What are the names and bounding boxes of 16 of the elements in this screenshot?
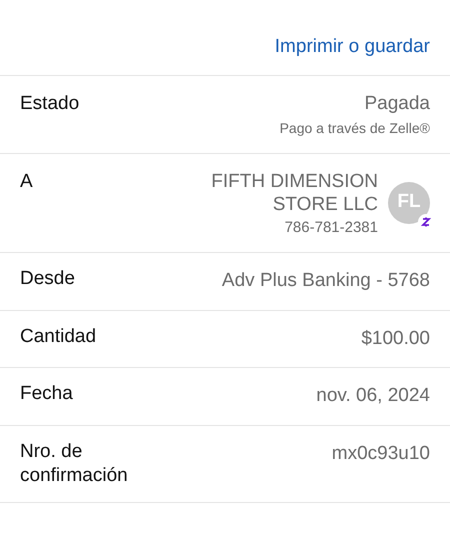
row-label: Estado: [20, 92, 80, 116]
row-value: mx0c93u10: [332, 442, 430, 466]
row-value: Adv Plus Banking - 5768: [222, 269, 430, 293]
zelle-badge-icon: [418, 214, 434, 230]
recipient-phone: 786-781-2381: [284, 218, 378, 238]
row-label: Desde: [20, 267, 76, 291]
row-value: Pagada: [364, 92, 430, 116]
row-label: A: [20, 170, 34, 194]
print-link[interactable]: Imprimir o guardar: [274, 33, 430, 62]
row-note: Pago a través de Zelle®: [280, 118, 430, 138]
row-value: nov. 06, 2024: [316, 384, 430, 408]
row-label: Nro. de confirmación: [20, 440, 129, 488]
row-label: Cantidad: [20, 324, 98, 348]
row-value: $100.00: [361, 326, 430, 350]
recipient-name: FIFTH DIMENSION STORE LLC: [210, 170, 378, 216]
row-label: Fecha: [20, 382, 74, 406]
